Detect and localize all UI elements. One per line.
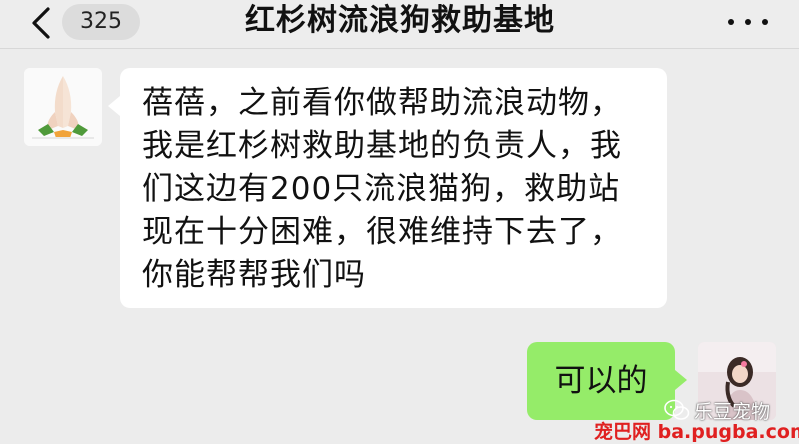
wechat-logo-icon [664, 399, 690, 420]
outgoing-message-bubble[interactable]: 可以的 [527, 342, 687, 420]
message-line: 你能帮帮我们吗 [142, 257, 366, 293]
more-button[interactable] [728, 12, 768, 32]
message-line: 蓓蓓，之前看你做帮助流浪动物， [142, 85, 622, 121]
message-line: 我是红杉树救助基地的负责人，我 [142, 128, 622, 164]
chevron-left-icon [32, 7, 50, 39]
message-line: 现在十分困难，很难维持下去了， [142, 214, 622, 250]
back-button[interactable] [26, 6, 56, 40]
chat-screen: 325 红杉树流浪狗救助基地 蓓蓓，之前看你做帮助流浪动物， 我是红杉树救助基地… [0, 0, 799, 444]
message-line: 们这边有200只流浪猫狗，救助站 [142, 171, 621, 207]
praying-hands-avatar-icon [24, 68, 102, 146]
unread-count-badge[interactable]: 325 [62, 4, 140, 40]
incoming-message-bubble[interactable]: 蓓蓓，之前看你做帮助流浪动物， 我是红杉树救助基地的负责人，我 们这边有200只… [108, 68, 667, 308]
more-dots-icon [762, 19, 768, 25]
site-watermark: 宠巴网 ba.pugba.com [594, 421, 799, 443]
wechat-watermark: 乐豆宠物 [664, 398, 770, 423]
chat-title: 红杉树流浪狗救助基地 [245, 3, 555, 38]
chat-header: 325 红杉树流浪狗救助基地 [0, 0, 799, 48]
more-dots-icon [728, 19, 734, 25]
more-dots-icon [745, 19, 751, 25]
header-divider [0, 48, 799, 49]
sender-avatar[interactable] [24, 68, 102, 146]
